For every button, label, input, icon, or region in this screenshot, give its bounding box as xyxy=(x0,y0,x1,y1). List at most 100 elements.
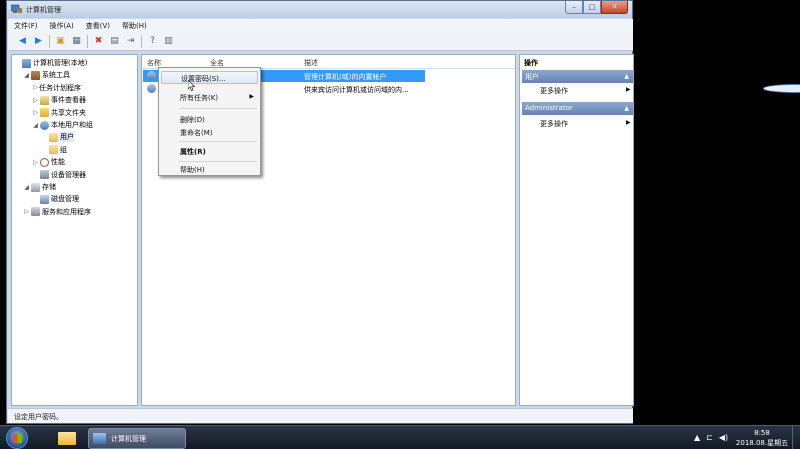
show-desktop-button[interactable] xyxy=(792,426,800,449)
taskbar-app-label: 计算机管理 xyxy=(111,434,146,443)
tree-item[interactable]: ▷ 事件查看器 xyxy=(32,94,86,106)
delete-icon[interactable]: ✖ xyxy=(92,35,105,48)
submenu-arrow-icon: ▶ xyxy=(626,119,631,126)
storage-icon xyxy=(31,182,40,192)
expand-toggle-icon[interactable]: ▷ xyxy=(32,97,39,104)
taskbar-computer-management-button[interactable]: 计算机管理 xyxy=(88,428,186,449)
computer-management-window: 计算机管理 – □ ✕ 文件(F) 操作(A) 查看(V) 帮助(H) ◀ ▶ ▣ ▦… xyxy=(6,0,800,424)
more-actions-label: 更多操作 xyxy=(540,120,568,128)
expand-toggle-icon[interactable]: ◢ xyxy=(23,184,30,191)
user-icon xyxy=(147,84,156,93)
context-menu-item-label: 所有任务(K) xyxy=(180,94,219,102)
menu-view[interactable]: 查看(V) xyxy=(80,21,116,31)
actions-section-users-label: 用户 xyxy=(525,73,539,81)
menu-separator xyxy=(179,141,257,142)
tree-item[interactable]: ◢ 系统工具 xyxy=(23,69,70,81)
folder-icon xyxy=(49,132,58,142)
volume-icon[interactable]: ◀) xyxy=(719,433,728,442)
submenu-arrow-icon: ▶ xyxy=(626,86,631,93)
maximize-button[interactable]: □ xyxy=(583,1,601,14)
gauge-icon xyxy=(40,157,49,167)
menu-action[interactable]: 操作(A) xyxy=(44,21,80,31)
context-menu-item-label: 重命名(M) xyxy=(180,129,213,137)
up-folder-icon[interactable]: ▣ xyxy=(54,35,67,48)
tree-item[interactable]: 磁盘管理 xyxy=(32,193,79,205)
properties-icon[interactable]: ▤ xyxy=(108,35,121,48)
toolbar-separator xyxy=(141,34,142,48)
taskbar-clock[interactable]: 8:58 2018.08.星期五 xyxy=(730,428,794,448)
actions-title: 操作 xyxy=(520,55,633,68)
tree-item[interactable]: ◢ 存储 xyxy=(23,181,56,193)
folder-icon xyxy=(49,145,58,155)
network-icon[interactable]: ⊏ xyxy=(706,433,713,442)
tree-item[interactable]: ▷ 任务计划程序 xyxy=(32,82,800,94)
context-menu-item[interactable]: 帮助(H) xyxy=(180,165,205,175)
menu-file[interactable]: 文件(F) xyxy=(8,21,44,31)
more-actions-users[interactable]: 更多操作 ▶ xyxy=(540,86,631,96)
computer-management-app-icon xyxy=(11,4,22,13)
context-menu-item[interactable]: 属性(R) xyxy=(180,147,206,157)
export-list-icon[interactable]: ⇥ xyxy=(124,35,137,48)
taskbar: 计算机管理 ▲ ⊏ ◀) 8:58 2018.08.星期五 xyxy=(0,425,800,449)
context-menu-item-label: 删除(D) xyxy=(180,116,205,124)
show-hide-action-pane-icon[interactable]: ▥ xyxy=(162,35,175,48)
tree-item[interactable]: 计算机管理(本地) xyxy=(14,57,87,69)
context-menu-item[interactable]: 设置密码(S)... xyxy=(161,71,258,84)
show-hidden-icons-icon[interactable]: ▲ xyxy=(694,433,700,442)
tree-item[interactable]: ▷ 共享文件夹 xyxy=(32,107,86,119)
tree-item-label: 服务和应用程序 xyxy=(42,207,91,216)
help-icon[interactable]: ? xyxy=(146,35,159,48)
tree-item-label: 事件查看器 xyxy=(51,96,86,105)
disk-icon xyxy=(40,194,49,204)
expand-toggle-icon[interactable]: ▷ xyxy=(32,159,39,166)
more-actions-administrator[interactable]: 更多操作 ▶ xyxy=(540,119,631,129)
context-menu-item[interactable]: 重命名(M) xyxy=(180,128,213,138)
expand-toggle-icon[interactable]: ▷ xyxy=(32,109,39,116)
actions-section-administrator-label: Administrator xyxy=(525,104,573,112)
context-menu-item[interactable]: 所有任务(K) ▶ xyxy=(180,93,260,103)
taskbar-explorer-button[interactable] xyxy=(48,428,86,449)
user-icon xyxy=(147,71,156,80)
title-bar[interactable]: 计算机管理 – □ ✕ xyxy=(7,1,632,18)
tree-item[interactable]: 组 xyxy=(41,144,67,156)
submenu-arrow-icon: ▶ xyxy=(249,93,254,100)
system-tray: ▲ ⊏ ◀) xyxy=(694,433,734,442)
menu-help[interactable]: 帮助(H) xyxy=(116,21,153,31)
column-header-description[interactable]: 描述 xyxy=(304,58,318,68)
context-menu: 设置密码(S)... 所有任务(K) ▶ 删除(D) 重命名(M) 属性(R) 帮助(H) xyxy=(158,67,261,176)
forward-arrow-icon[interactable]: ▶ xyxy=(32,35,45,48)
actions-section-users[interactable]: 用户 ▲ xyxy=(522,70,633,83)
actions-section-administrator[interactable]: Administrator ▲ xyxy=(522,102,633,115)
context-menu-item[interactable]: 删除(D) xyxy=(180,115,205,125)
minimize-button[interactable]: – xyxy=(565,1,583,14)
toolbar: ◀ ▶ ▣ ▦ ✖ ▤ ⇥? ▥ xyxy=(8,32,633,51)
expand-toggle-icon[interactable]: ▷ xyxy=(32,84,39,91)
computer-icon xyxy=(22,58,31,68)
expand-toggle-icon[interactable]: ▷ xyxy=(23,208,30,215)
tree-item-label: 任务计划程序 xyxy=(39,83,81,92)
tree-item[interactable]: ▷ 性能 xyxy=(32,156,65,168)
more-actions-label: 更多操作 xyxy=(540,87,568,95)
device-icon xyxy=(40,170,49,180)
tree-item[interactable]: ▷ 服务和应用程序 xyxy=(23,206,91,218)
status-bar: 设定用户密码。 xyxy=(8,408,633,423)
tree-item[interactable]: 用户 xyxy=(41,131,74,143)
menu-separator xyxy=(179,161,257,162)
share-icon xyxy=(40,108,49,118)
tree-item[interactable]: ◢ 本地用户和组 xyxy=(32,119,93,131)
close-button[interactable]: ✕ xyxy=(601,1,628,14)
toolbar-separator xyxy=(49,34,50,48)
tools-icon xyxy=(31,70,40,80)
folder-icon xyxy=(58,432,76,445)
tree-item-label: 组 xyxy=(60,145,67,154)
start-button[interactable] xyxy=(6,427,28,449)
computer-management-icon xyxy=(93,433,106,444)
clock-time: 8:58 xyxy=(754,429,770,437)
back-arrow-icon[interactable]: ◀ xyxy=(16,35,29,48)
show-hide-tree-icon[interactable]: ▦ xyxy=(70,35,83,48)
expand-toggle-icon[interactable]: ◢ xyxy=(32,122,39,129)
tree-item[interactable]: 设备管理器 xyxy=(32,169,86,181)
menu-separator xyxy=(179,108,257,109)
mouse-cursor-icon xyxy=(188,80,195,91)
expand-toggle-icon[interactable]: ◢ xyxy=(23,72,30,79)
